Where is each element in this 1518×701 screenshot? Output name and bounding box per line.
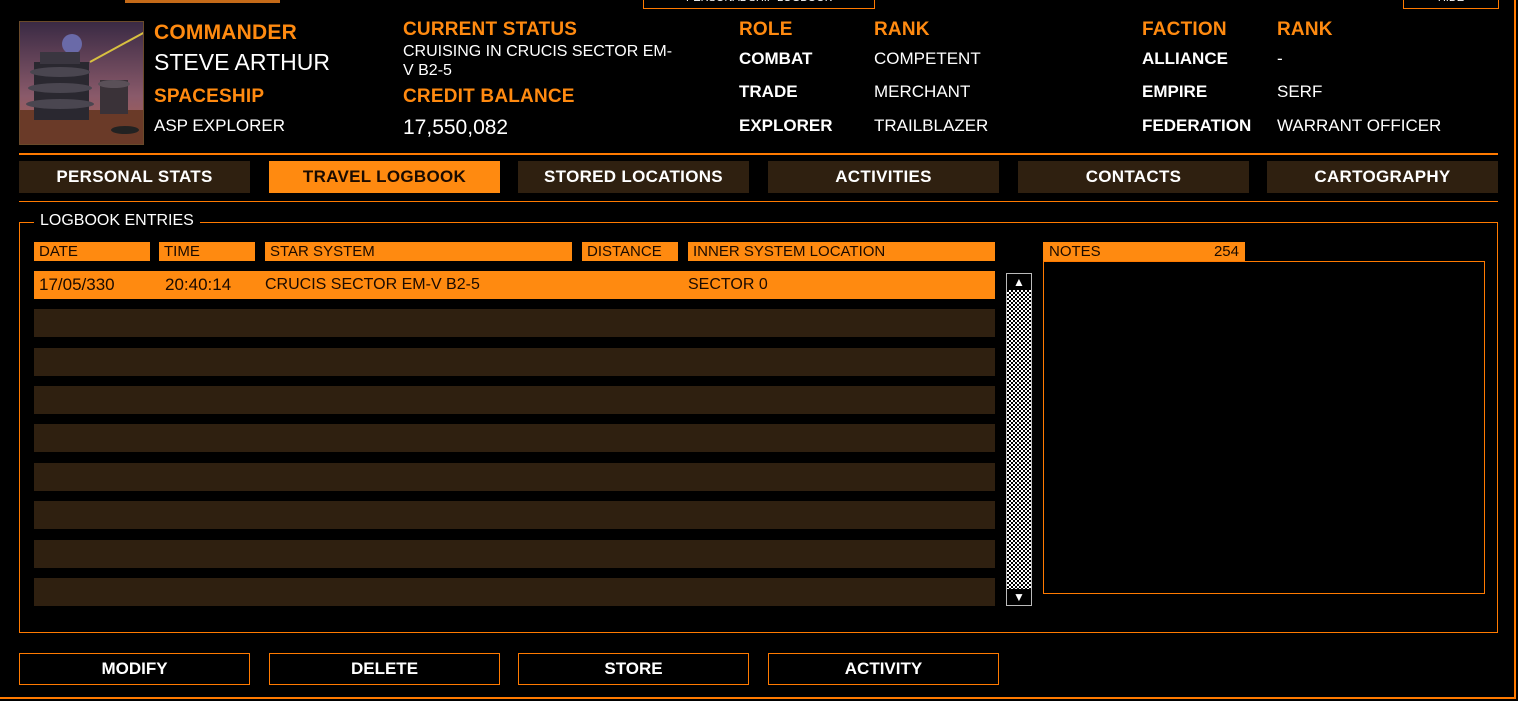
credit-balance-label: CREDIT BALANCE (403, 86, 575, 107)
role-explorer-rank: TRAILBLAZER (874, 116, 989, 135)
role-trade: TRADE (739, 82, 798, 101)
tab-contacts[interactable]: CONTACTS (1018, 161, 1249, 193)
table-row[interactable] (34, 463, 995, 491)
column-header-star-system[interactable]: STAR SYSTEM (265, 242, 572, 261)
column-header-time[interactable]: TIME (159, 242, 255, 261)
credit-balance-value: 17,550,082 (403, 116, 509, 139)
column-header-date[interactable]: DATE (34, 242, 150, 261)
notes-label: NOTES (1049, 243, 1101, 260)
current-status-line2: V B2-5 (403, 62, 452, 79)
scroll-up-icon[interactable]: ▲ (1007, 274, 1031, 290)
modify-button[interactable]: MODIFY (19, 653, 250, 685)
faction-empire: EMPIRE (1142, 82, 1208, 101)
cell-star-system: CRUCIS SECTOR EM-V B2-5 (265, 276, 480, 293)
faction-header: FACTION (1142, 19, 1227, 40)
delete-button[interactable]: DELETE (269, 653, 500, 685)
spaceship-name: ASP EXPLORER (154, 116, 286, 135)
tab-personal-stats[interactable]: PERSONAL STATS (19, 161, 250, 193)
table-row[interactable] (34, 578, 995, 606)
faction-rank-header: RANK (1277, 19, 1333, 40)
hide-button[interactable]: HIDE (1403, 0, 1499, 9)
scroll-down-icon[interactable]: ▼ (1007, 589, 1031, 605)
logbook-group-title: LOGBOOK ENTRIES (34, 212, 200, 230)
faction-alliance: ALLIANCE (1142, 49, 1228, 68)
tab-cartography[interactable]: CARTOGRAPHY (1267, 161, 1498, 193)
spaceship-label: SPACESHIP (154, 86, 265, 107)
role-rank-header: RANK (874, 19, 930, 40)
tab-activities[interactable]: ACTIVITIES (768, 161, 999, 193)
table-row[interactable] (34, 501, 995, 529)
role-explorer: EXPLORER (739, 116, 833, 135)
header-separator (19, 153, 1498, 155)
notes-textarea[interactable] (1043, 261, 1485, 594)
commander-name: STEVE ARTHUR (154, 49, 330, 75)
table-row[interactable] (34, 386, 995, 414)
column-header-distance[interactable]: DISTANCE (582, 242, 678, 261)
column-header-inner-system-location[interactable]: INNER SYSTEM LOCATION (688, 242, 995, 261)
role-header: ROLE (739, 19, 793, 40)
commander-label: COMMANDER (154, 21, 297, 44)
table-row[interactable] (34, 309, 995, 337)
role-combat: COMBAT (739, 49, 813, 68)
role-trade-rank: MERCHANT (874, 82, 971, 101)
cell-time: 20:40:14 (165, 275, 232, 294)
cell-date: 17/05/330 (39, 275, 115, 294)
notes-header: NOTES 254 (1043, 242, 1245, 261)
table-row[interactable] (34, 424, 995, 452)
faction-empire-rank: SERF (1277, 82, 1323, 101)
tab-stored-locations[interactable]: STORED LOCATIONS (518, 161, 749, 193)
tab-travel-logbook[interactable]: TRAVEL LOGBOOK (269, 161, 500, 193)
table-row[interactable]: 17/05/330 20:40:14 CRUCIS SECTOR EM-V B2… (34, 271, 995, 299)
faction-federation-rank: WARRANT OFFICER (1277, 116, 1442, 135)
current-status-line1: CRUISING IN CRUCIS SECTOR EM- (403, 43, 673, 60)
notes-count: 254 (1213, 243, 1239, 260)
faction-alliance-rank: - (1277, 49, 1283, 68)
faction-federation: FEDERATION (1142, 116, 1252, 135)
current-status-label: CURRENT STATUS (403, 19, 578, 40)
top-decoration (125, 0, 280, 3)
window-title: PERSONAL SHIP LOGBOOK (643, 0, 875, 9)
store-button[interactable]: STORE (518, 653, 749, 685)
table-row[interactable] (34, 540, 995, 568)
logbook-scrollbar[interactable] (1006, 273, 1032, 606)
activity-button[interactable]: ACTIVITY (768, 653, 999, 685)
table-row[interactable] (34, 348, 995, 376)
commander-portrait (19, 21, 144, 145)
role-combat-rank: COMPETENT (874, 49, 981, 68)
cell-inner-location: SECTOR 0 (688, 276, 768, 293)
tabs-separator (19, 201, 1498, 202)
